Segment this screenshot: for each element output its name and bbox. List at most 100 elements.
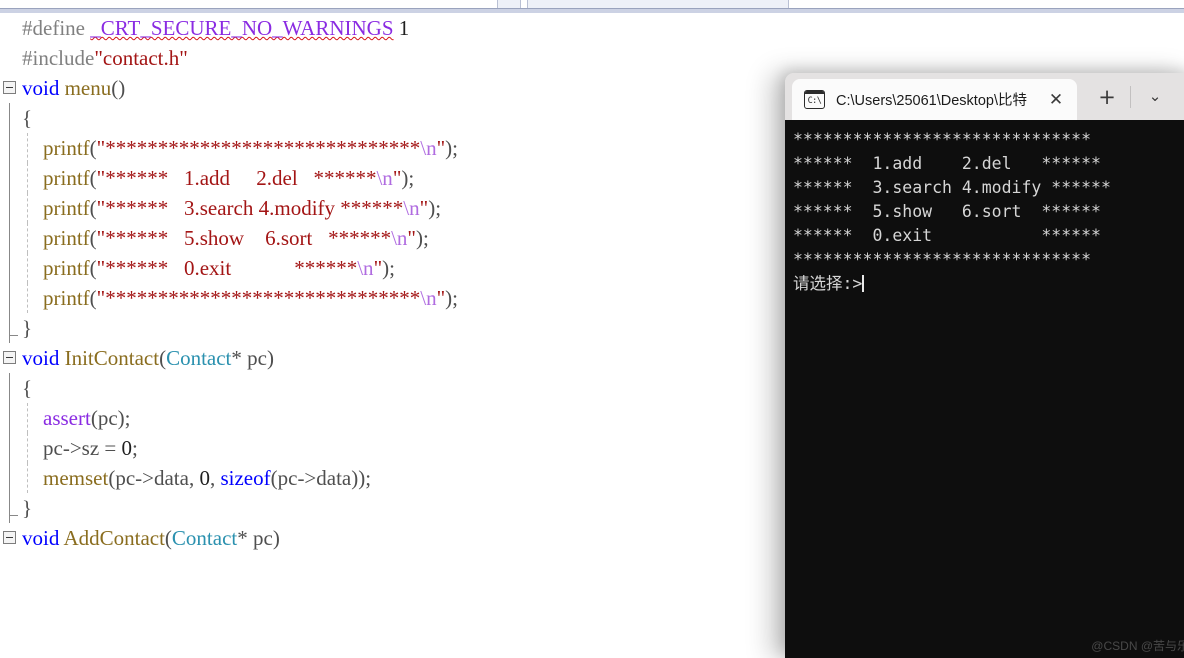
code-line: { <box>0 373 790 403</box>
code-token: ); <box>428 196 442 220</box>
code-line: printf("****** 1.add 2.del ******\n"); <box>0 163 790 193</box>
code-token: printf <box>43 286 90 310</box>
terminal-line-text: ****** 1.add 2.del ****** <box>793 154 1101 173</box>
code-token: Contact <box>166 346 232 370</box>
code-token: \n <box>357 256 374 280</box>
code-token: * pc) <box>237 526 280 550</box>
fold-toggle-icon[interactable] <box>3 81 16 94</box>
code-token: 1 <box>398 16 410 40</box>
terminal-output-lines: ****************************** ****** 1.a… <box>793 128 1184 296</box>
code-token: 0 <box>121 436 133 460</box>
terminal-titlebar[interactable]: C:\ C:\Users\25061\Desktop\比特 ✕ + ⌄ <box>785 73 1184 120</box>
code-token: ; <box>132 436 138 460</box>
code-token: ( <box>89 286 97 310</box>
code-token: } <box>22 316 33 340</box>
code-token: (pc); <box>90 406 131 430</box>
terminal-tab[interactable]: C:\ C:\Users\25061\Desktop\比特 ✕ <box>792 79 1077 120</box>
fold-rail-foot <box>9 335 18 336</box>
code-token: ( <box>89 196 97 220</box>
code-token: printf <box>43 166 90 190</box>
code-line: memset(pc->data, 0, sizeof(pc->data)); <box>0 463 790 493</box>
terminal-line-text: 请选择:> <box>793 274 863 293</box>
code-token: ); <box>401 166 415 190</box>
terminal-line-text: ****************************** <box>793 130 1092 149</box>
code-token: _CRT_SECURE_NO_WARNINGS <box>90 16 394 40</box>
fold-toggle-icon[interactable] <box>3 351 16 364</box>
fold-rail <box>9 253 10 283</box>
code-line: pc->sz = 0; <box>0 433 790 463</box>
code-token: printf <box>43 136 90 160</box>
terminal-output-area[interactable]: ****************************** ****** 1.a… <box>785 120 1184 658</box>
indent-guide <box>27 403 29 433</box>
code-token: ); <box>445 136 458 160</box>
code-token: " <box>419 196 429 220</box>
code-token: ( <box>89 256 97 280</box>
indent-guide <box>27 193 29 223</box>
code-line: void InitContact(Contact* pc) <box>0 343 790 373</box>
code-token: InitContact <box>64 346 160 370</box>
code-token: \n <box>420 286 437 310</box>
terminal-tab-title: C:\Users\25061\Desktop\比特 <box>836 93 1027 109</box>
code-token: "****** 0.exit ****** <box>96 256 358 280</box>
fold-rail <box>9 193 10 223</box>
watermark-text: @CSDN @苦与乐 <box>1091 639 1184 653</box>
fold-rail <box>9 133 10 163</box>
code-line: void AddContact(Contact* pc) <box>0 523 790 553</box>
code-token: ( <box>89 226 97 250</box>
code-token: " <box>436 286 446 310</box>
fold-rail <box>9 103 10 133</box>
terminal-line-text: ****** 3.search 4.modify ****** <box>793 178 1111 197</box>
console-icon: C:\ <box>804 90 825 109</box>
code-token: ( <box>89 166 97 190</box>
terminal-line: ****** 0.exit ****** <box>793 224 1184 248</box>
code-token: "contact.h" <box>94 46 188 70</box>
terminal-line: ****** 5.show 6.sort ****** <box>793 200 1184 224</box>
code-token: { <box>22 376 33 400</box>
code-token: (pc->data)); <box>270 466 372 490</box>
terminal-window[interactable]: C:\ C:\Users\25061\Desktop\比特 ✕ + ⌄ ****… <box>785 73 1184 658</box>
code-token: memset <box>43 466 109 490</box>
code-token: " <box>407 226 416 250</box>
code-token: AddContact <box>63 526 165 550</box>
code-token: printf <box>43 226 90 250</box>
terminal-line: ****************************** <box>793 128 1184 152</box>
fold-rail <box>9 313 10 343</box>
code-token: ); <box>416 226 429 250</box>
console-icon-glyph: C:\ <box>807 96 822 106</box>
code-token: " <box>436 136 446 160</box>
indent-guide <box>27 253 29 283</box>
code-token: pc->sz = <box>43 436 122 460</box>
code-line: printf("****** 3.search 4.modify ******\… <box>0 193 790 223</box>
code-token: " <box>373 256 383 280</box>
fold-rail <box>9 373 10 403</box>
indent-guide <box>27 133 29 163</box>
new-tab-button[interactable]: + <box>1093 85 1121 111</box>
code-line: assert(pc); <box>0 403 790 433</box>
chevron-down-icon[interactable]: ⌄ <box>1141 85 1169 111</box>
fold-rail <box>9 283 10 313</box>
indent-guide <box>27 223 29 253</box>
indent-guide <box>27 283 29 313</box>
close-icon[interactable]: ✕ <box>1043 90 1069 110</box>
code-text-area[interactable]: #define _CRT_SECURE_NO_WARNINGS 1 #includ… <box>0 13 790 647</box>
fold-rail <box>9 403 10 433</box>
fold-rail <box>9 163 10 193</box>
code-token: Contact <box>171 526 238 550</box>
code-token: { <box>22 106 33 130</box>
code-token: sizeof <box>220 466 271 490</box>
code-token: 0 <box>199 466 210 490</box>
partial-toolbar-strip: (□□ ▾ )□□□ <box>0 0 1184 13</box>
code-line: #include"contact.h" <box>0 43 790 73</box>
code-token: "****************************** <box>96 136 421 160</box>
code-token: \n <box>420 136 437 160</box>
fold-toggle-icon[interactable] <box>3 531 16 544</box>
indent-guide <box>27 463 29 493</box>
code-line: void menu() <box>0 73 790 103</box>
code-token: } <box>22 496 33 520</box>
code-line: } <box>0 313 790 343</box>
